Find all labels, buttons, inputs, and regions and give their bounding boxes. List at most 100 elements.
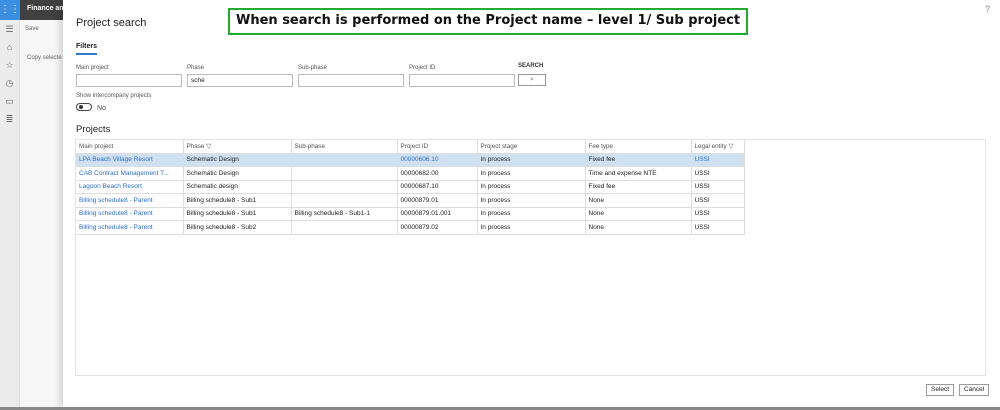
table-cell: Fixed fee: [585, 153, 692, 167]
table-row[interactable]: Billing schedule8 - Parent Billing schedu…: [76, 207, 745, 221]
table-cell: 00000687.10: [397, 180, 478, 194]
table-cell[interactable]: Billing schedule8 - Parent: [76, 220, 184, 235]
table-cell: In process: [477, 166, 586, 181]
table-cell[interactable]: Lagoon Beach Resort: [76, 180, 184, 194]
table-cell: Schematic Design: [183, 166, 292, 181]
home-icon[interactable]: ⌂: [0, 38, 19, 56]
save-button[interactable]: Save: [25, 26, 39, 32]
projects-table: Main project Phase ▽ Sub-phase Project ID Pr…: [76, 140, 745, 235]
search-button[interactable]: ⌕: [518, 74, 546, 86]
list-icon[interactable]: ≣: [0, 110, 19, 128]
table-cell: [291, 220, 398, 235]
table-cell[interactable]: Billing schedule8 - Parent: [76, 207, 184, 221]
table-cell: Billing schedule8 - Sub2: [183, 220, 292, 235]
column-header[interactable]: Project stage: [477, 140, 586, 154]
project-id-input[interactable]: [409, 74, 515, 87]
table-cell: 00000879.01: [397, 193, 478, 208]
column-header[interactable]: Sub-phase: [291, 140, 398, 154]
annotation-callout: When search is performed on the Project …: [228, 8, 748, 35]
table-row[interactable]: Billing schedule8 - Parent Billing schedu…: [76, 220, 745, 235]
left-nav: ☰ ⌂ ☆ ◷ ▭ ≣: [0, 20, 20, 410]
table-cell: USSI: [691, 166, 745, 181]
show-intercompany-label: Show intercompany projects: [76, 93, 152, 99]
show-intercompany-toggle[interactable]: [76, 103, 92, 111]
tab-filters[interactable]: Filters: [76, 43, 98, 55]
copy-text: Copy selecte: [27, 55, 62, 61]
main-project-input[interactable]: [76, 74, 182, 87]
column-header-label: Fee type: [588, 142, 614, 150]
table-cell: 00000606.10: [397, 153, 478, 167]
menu-icon[interactable]: ☰: [0, 20, 19, 38]
search-icon: ⌕: [530, 76, 534, 83]
table-cell: None: [585, 220, 692, 235]
table-cell: 00000682.00: [397, 166, 478, 181]
column-header-label: Legal entity: [694, 142, 727, 150]
column-header[interactable]: Main project: [76, 140, 184, 154]
search-label: SEARCH: [518, 63, 544, 69]
table-cell: [291, 166, 398, 181]
project-id-label: Project ID: [409, 65, 436, 71]
table-cell: None: [585, 207, 692, 221]
table-row[interactable]: Billing schedule8 - Parent Billing schedu…: [76, 193, 745, 208]
table-cell: 00000879.02: [397, 220, 478, 235]
table-cell: USSI: [691, 207, 745, 221]
column-header[interactable]: Legal entity ▽: [691, 140, 745, 154]
filter-icon[interactable]: ▽: [204, 143, 211, 150]
table-row[interactable]: Lagoon Beach Resort Schematic design 00000…: [76, 180, 745, 194]
table-cell[interactable]: LPA Beach Village Resort: [76, 153, 184, 167]
table-cell: In process: [477, 220, 586, 235]
workspace-icon[interactable]: ▭: [0, 92, 19, 110]
main-project-label: Main project: [76, 65, 109, 71]
table-cell: Billing schedule8 - Sub1: [183, 207, 292, 221]
table-cell: In process: [477, 180, 586, 194]
table-cell: In process: [477, 193, 586, 208]
table-cell: USSI: [691, 180, 745, 194]
waffle-icon[interactable]: ⋮⋮: [0, 0, 20, 20]
project-search-dialog: Project search ? Filters Main project Ph…: [63, 0, 1000, 407]
table-cell: In process: [477, 153, 586, 167]
table-cell: Time and expense NTE: [585, 166, 692, 181]
table-cell: Fixed fee: [585, 180, 692, 194]
table-row[interactable]: LPA Beach Village Resort Schematic Design…: [76, 153, 745, 167]
column-header-label: Main project: [79, 142, 114, 150]
column-header[interactable]: Project ID: [397, 140, 478, 154]
phase-input[interactable]: sche: [187, 74, 293, 87]
sub-phase-input[interactable]: [298, 74, 404, 87]
table-cell[interactable]: Billing schedule8 - Parent: [76, 193, 184, 208]
table-cell: USSI: [691, 220, 745, 235]
projects-grid: Main project Phase ▽ Sub-phase Project ID Pr…: [75, 139, 986, 376]
column-header[interactable]: Fee type: [585, 140, 692, 154]
column-header-label: Project ID: [400, 142, 429, 150]
sub-phase-label: Sub-phase: [298, 65, 328, 71]
dialog-title: Project search: [76, 17, 147, 29]
app-name: Finance an: [27, 5, 64, 12]
table-cell: Billing schedule8 - Sub1-1: [291, 207, 398, 221]
filter-icon[interactable]: ▽: [727, 143, 733, 150]
show-intercompany-value: No: [97, 105, 106, 112]
table-cell: [291, 180, 398, 194]
column-header[interactable]: Phase ▽: [183, 140, 292, 154]
table-cell: Schematic Design: [183, 153, 292, 167]
column-header-label: Project stage: [480, 142, 518, 150]
table-row[interactable]: CAB Contract Management T... Schematic De…: [76, 166, 745, 181]
projects-heading: Projects: [76, 124, 111, 135]
column-header-label: Sub-phase: [294, 142, 325, 150]
table-cell[interactable]: CAB Contract Management T...: [76, 166, 184, 181]
column-header-label: Phase: [186, 142, 205, 150]
table-cell: [291, 153, 398, 167]
phase-label: Phase: [187, 65, 205, 71]
table-cell: 00000879.01.001: [397, 207, 478, 221]
help-icon[interactable]: ?: [985, 4, 990, 14]
table-cell: Billing schedule8 - Sub1: [183, 193, 292, 208]
cancel-button[interactable]: Cancel: [959, 384, 990, 396]
table-cell: USSI: [691, 153, 745, 167]
table-cell: [291, 193, 398, 208]
table-cell: USSI: [691, 193, 745, 208]
clock-icon[interactable]: ◷: [0, 74, 19, 92]
select-button[interactable]: Select: [926, 384, 955, 396]
background-page: Save Copy selecte: [20, 20, 63, 410]
table-cell: None: [585, 193, 692, 208]
table-cell: Schematic design: [183, 180, 292, 194]
star-icon[interactable]: ☆: [0, 56, 19, 74]
table-cell: In process: [477, 207, 586, 221]
